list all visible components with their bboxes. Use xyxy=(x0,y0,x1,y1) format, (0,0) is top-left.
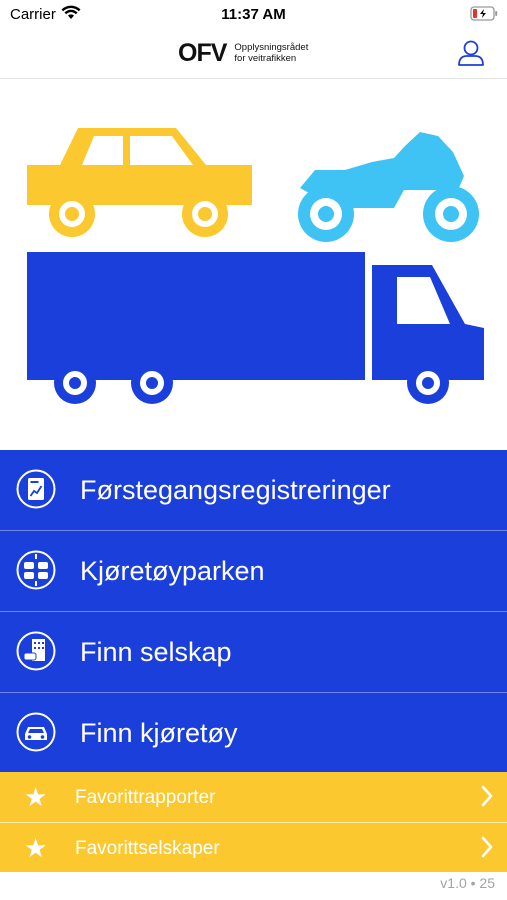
user-profile-button[interactable] xyxy=(452,34,490,72)
battery-icon xyxy=(470,6,498,26)
chevron-right-icon xyxy=(480,835,494,864)
menu-item-finn-kjoretoy[interactable]: Finn kjøretøy xyxy=(0,693,507,774)
user-icon xyxy=(458,40,484,66)
car-icon xyxy=(16,712,56,752)
main-menu: Førstegangsregistreringer Kjøretøyparken xyxy=(0,450,507,774)
star-icon: ★ xyxy=(24,782,48,812)
ofv-logo: OFV Opplysningsrådet for veitrafikken xyxy=(178,38,308,68)
traffic-cars-icon xyxy=(16,550,56,590)
chevron-right-icon xyxy=(480,784,494,813)
status-time: 11:37 AM xyxy=(221,6,286,23)
logo-mark: OFV xyxy=(178,38,227,67)
menu-label: Førstegangsregistreringer xyxy=(80,475,391,505)
menu-label: Finn kjøretøy xyxy=(80,718,238,748)
version-label: v1.0 • 25 xyxy=(440,875,495,891)
favorites-list: ★ Favorittrapporter ★ Favorittselskaper xyxy=(0,772,507,872)
favorites-label: Favorittselskaper xyxy=(75,838,220,859)
menu-label: Finn selskap xyxy=(80,637,232,667)
favorites-item-companies[interactable]: ★ Favorittselskaper xyxy=(0,823,507,872)
logo-line-1: Opplysningsrådet xyxy=(234,42,309,53)
report-chart-icon xyxy=(16,469,56,509)
app-header: OFV Opplysningsrådet for veitrafikken xyxy=(0,28,507,79)
favorites-label: Favorittrapporter xyxy=(75,787,216,808)
logo-line-2: for veitrafikken xyxy=(234,53,297,64)
building-icon xyxy=(16,631,56,671)
star-icon: ★ xyxy=(24,833,48,863)
motorcycle-illustration-icon xyxy=(298,132,479,242)
vehicles-illustration xyxy=(0,80,507,450)
menu-item-kjoretoyparken[interactable]: Kjøretøyparken xyxy=(0,531,507,612)
status-bar: Carrier 11:37 AM xyxy=(0,0,507,28)
logo-text: Opplysningsrådet for veitrafikken xyxy=(234,42,308,64)
truck-illustration-icon xyxy=(27,252,484,404)
car-illustration-icon xyxy=(27,128,252,237)
favorites-item-reports[interactable]: ★ Favorittrapporter xyxy=(0,772,507,823)
menu-item-finn-selskap[interactable]: Finn selskap xyxy=(0,612,507,693)
menu-label: Kjøretøyparken xyxy=(80,556,265,586)
menu-item-forstegangsregistreringer[interactable]: Førstegangsregistreringer xyxy=(0,450,507,531)
